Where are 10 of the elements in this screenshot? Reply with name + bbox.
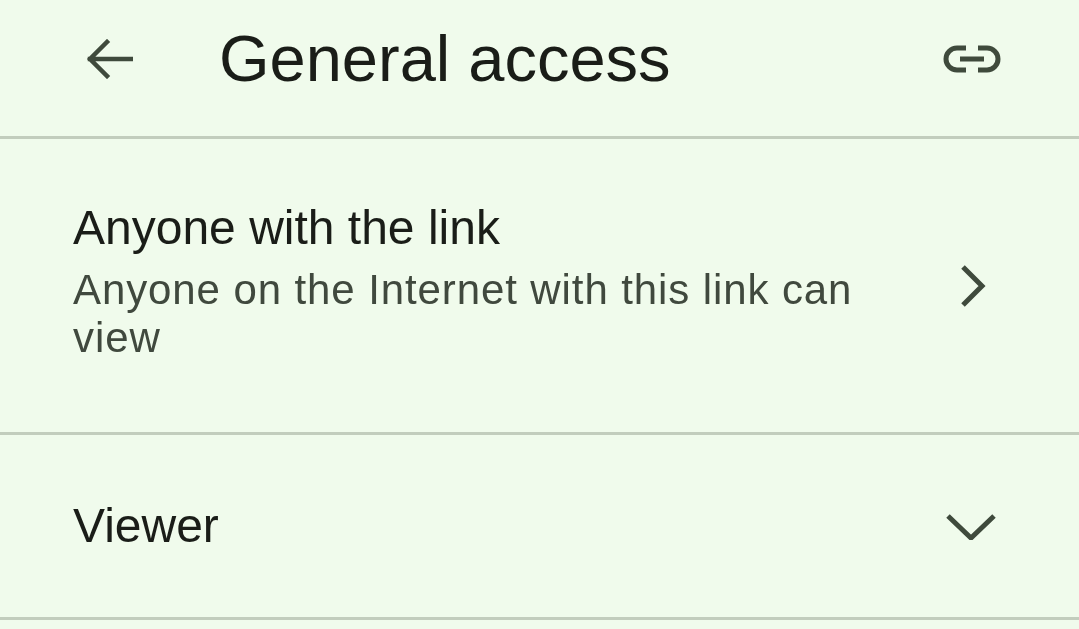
chevron-right-icon	[959, 263, 987, 308]
back-arrow-icon[interactable]	[85, 39, 133, 79]
chevron-down-icon	[945, 512, 997, 540]
link-icon[interactable]	[942, 44, 1002, 74]
access-option[interactable]: Anyone with the link Anyone on the Internet with this link can view	[0, 139, 1079, 435]
page-title: General access	[219, 20, 671, 96]
role-label: Viewer	[73, 498, 219, 554]
access-description: Anyone on the Internet with this link can view	[73, 265, 854, 362]
role-dropdown[interactable]: Viewer	[0, 435, 1079, 620]
access-title: Anyone with the link	[73, 199, 501, 256]
